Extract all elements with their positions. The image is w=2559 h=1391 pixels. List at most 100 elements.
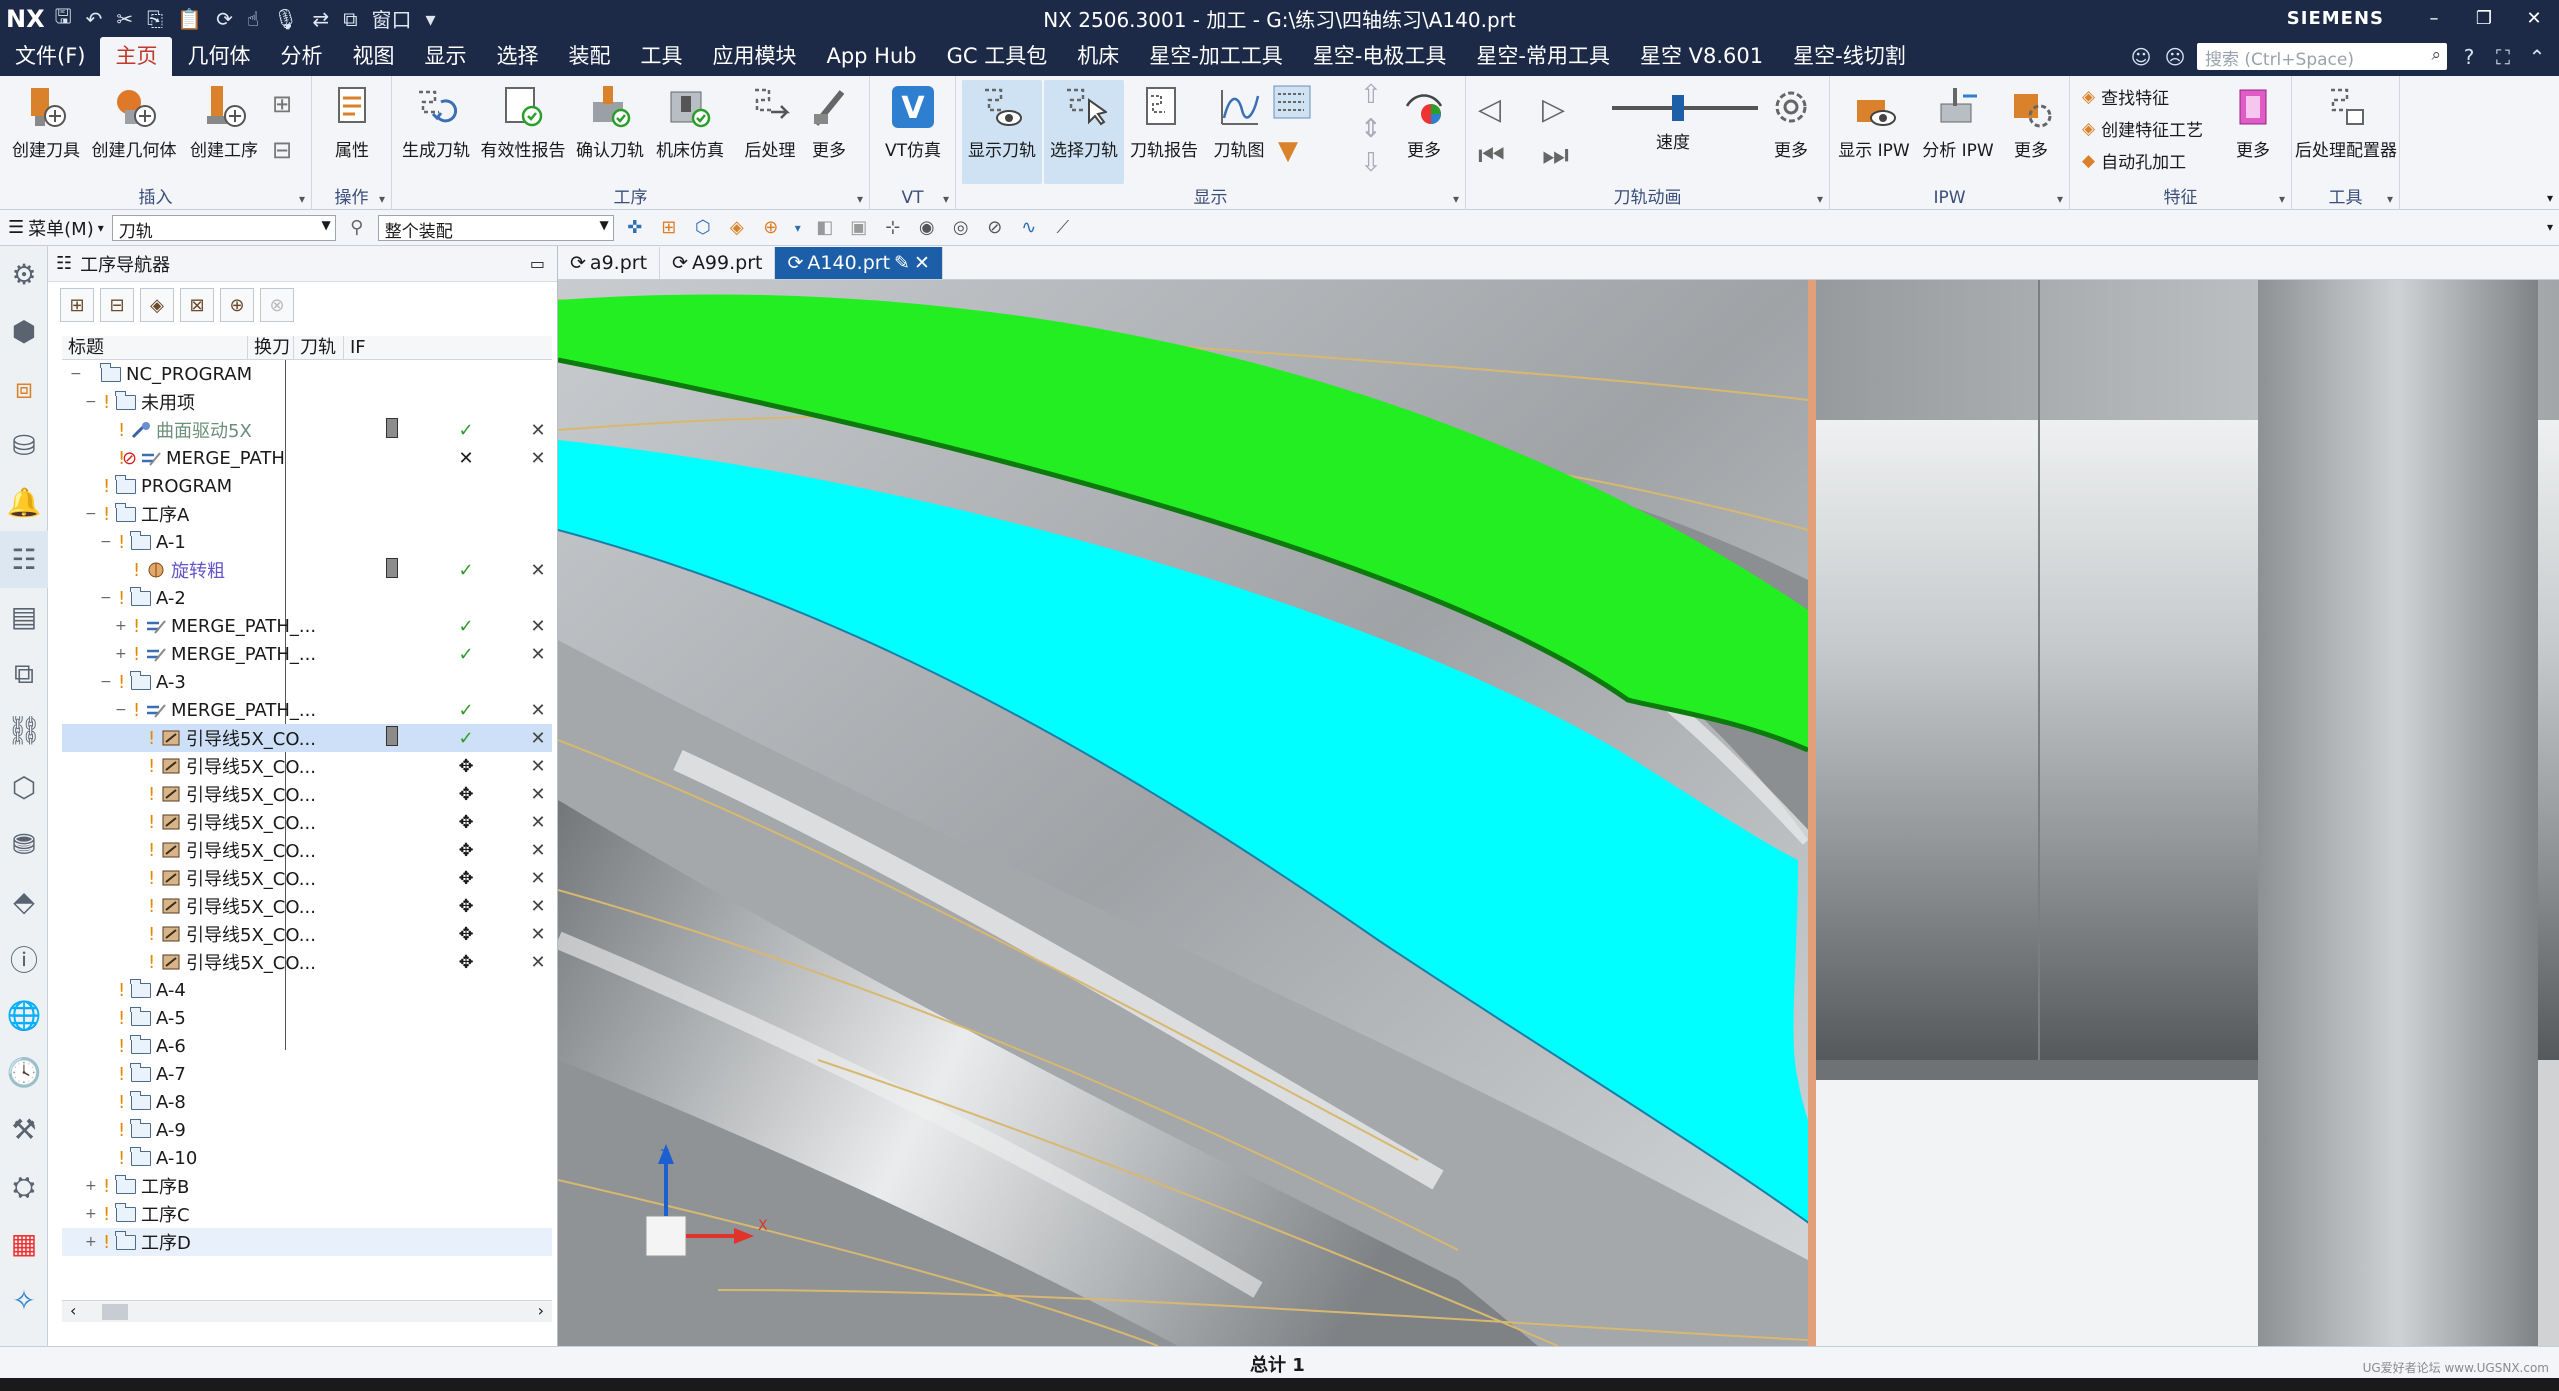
info-icon[interactable]: ⓘ [0,930,48,987]
tree-row[interactable]: ! 旋转粗 ✓ ✕ [62,556,552,584]
tree-row[interactable]: +! 工序D [62,1228,552,1256]
window-switch-icon[interactable]: ⧉ [343,7,357,31]
show-hide-icon[interactable]: ◉ [914,215,940,241]
link-icon[interactable]: ⇄ [312,7,329,31]
tree-row[interactable]: ! 引导线5X_CO... ✥ ✕ [62,752,552,780]
column-title[interactable]: 标题 [62,336,248,359]
tree-row[interactable]: ! A-5 [62,1004,552,1032]
wireframe-cube-icon[interactable]: ▣ [846,215,872,241]
minimize-icon[interactable]: – [2409,0,2459,37]
process-more-button[interactable]: 更多 [792,80,866,161]
tree-row[interactable]: ! A-4 [62,976,552,1004]
column-if[interactable]: IF [344,336,374,359]
scroll-right-icon[interactable]: › [538,1301,544,1320]
add-item-icon[interactable]: ⊕ [220,288,254,322]
tree-row[interactable]: −! A-1 [62,528,552,556]
ipw-more-button[interactable]: 更多 [1996,80,2066,161]
ribbon-options-icon[interactable]: ▾ [2547,191,2553,205]
tree-row[interactable]: +! MERGE_PATH_... ✓ ✕ [62,640,552,668]
operation-navigator-icon[interactable]: ☷ [0,531,48,588]
document-tab[interactable]: ⟳ A140.prt ✎ ✕ [775,247,943,279]
speed-slider-thumb[interactable] [1672,95,1684,121]
tree-row[interactable]: ! A-9 [62,1116,552,1144]
save-icon[interactable]: 🖫 [55,2,72,36]
select-feature-icon[interactable]: ⊞ [656,215,682,241]
collapse-icon[interactable]: − [115,702,127,718]
navigator-horizontal-scrollbar[interactable]: ‹ › [62,1300,552,1322]
expand-icon[interactable]: + [85,1178,97,1194]
toolpath-icon[interactable]: ⛓ [0,702,48,759]
animation-more-button[interactable]: 更多 [1756,80,1826,161]
history-icon[interactable]: 🕓 [0,1044,48,1101]
document-tab[interactable]: ⟳ A99.prt [660,247,776,279]
chevron-down-icon[interactable]: ▾ [2387,192,2393,206]
collapse-icon[interactable]: − [85,506,97,522]
play-icon[interactable]: ▷ [1542,92,1565,127]
chevron-down-icon[interactable]: ▾ [1453,192,1459,206]
create-geometry-button[interactable]: 创建几何体 [92,80,177,161]
role-icon[interactable]: ⬘ [0,873,48,930]
help-icon[interactable]: ? [2457,45,2481,69]
web-browser-icon[interactable]: 🌐 [0,987,48,1044]
chevron-down-icon[interactable]: ▾ [379,192,385,206]
tree-row[interactable]: −! A-2 [62,584,552,612]
tool-display-icon[interactable]: ▼ [1278,136,1298,166]
geometry-view-icon[interactable]: ◈ [140,288,174,322]
fullscreen-icon[interactable]: ⛶ [2491,45,2515,69]
invert-display-icon[interactable]: ⊘ [982,215,1008,241]
analyze-ipw-button[interactable]: 分析 IPW [1918,80,1998,161]
toolpath-report-button[interactable]: 刀轨报告 [1124,80,1204,161]
program-view-icon[interactable]: ⊞ [60,288,94,322]
menu-button[interactable]: ☰ 菜单(M) ▾ [8,215,104,241]
menu-tab[interactable]: 显示 [409,37,481,76]
tree-row[interactable]: ! 引导线5X_CO... ✥ ✕ [62,864,552,892]
move-down-icon[interactable]: ⇩ [1360,148,1382,178]
transform-icon[interactable]: ⇕ [1360,114,1382,144]
machine-tool-navigator-icon[interactable]: ▤ [0,588,48,645]
collapse-icon[interactable]: − [70,366,82,382]
generate-toolpath-button[interactable]: 生成刀轨 [396,80,476,161]
chevron-down-icon[interactable]: ▾ [425,7,435,31]
menu-tab[interactable]: 几何体 [172,37,265,76]
smile-icon[interactable]: ☺ [2129,45,2153,69]
tools-icon[interactable]: ⚒ [0,1101,48,1158]
menu-tab[interactable]: 星空-线切割 [1778,37,1921,76]
display-more-button[interactable]: 更多 [1384,80,1464,161]
menu-tab[interactable]: 星空-常用工具 [1461,37,1625,76]
search-input[interactable]: 搜索 (Ctrl+Space) ⌕ [2197,43,2447,70]
collapse-icon[interactable]: − [100,674,112,690]
validity-report-button[interactable]: 有效性报告 [478,80,568,161]
collapse-ribbon-icon[interactable]: ⌃ [2525,45,2549,69]
tree-row[interactable]: +! 工序B [62,1172,552,1200]
tree-row[interactable]: ! 引导线5X_CO... ✥ ✕ [62,892,552,920]
assembly-scope-select[interactable]: 整个装配 ▼ [377,214,614,242]
menu-tab[interactable]: 视图 [337,37,409,76]
repeat-icon[interactable]: ⟳ [216,7,233,31]
shaft-far[interactable] [2258,280,2538,1346]
document-tab[interactable]: ⟳ a9.prt [558,247,661,279]
menu-tab[interactable]: 应用模块 [697,37,811,76]
copy-icon[interactable]: ⎘ [147,7,163,31]
part-navigator-icon[interactable]: ⬢ [0,303,48,360]
column-toolpath[interactable]: 刀轨 [294,336,344,359]
select-face-icon[interactable]: ⬡ [690,215,716,241]
frown-icon[interactable]: ☹ [2163,45,2187,69]
menu-tab[interactable]: 装配 [553,37,625,76]
undo-icon[interactable]: ↶ [86,7,103,31]
window-menu[interactable]: 窗口 [371,4,411,33]
alert-icon[interactable]: 🔔 [0,474,48,531]
paste-icon[interactable]: 📋 [177,7,202,31]
curve-icon[interactable]: ∿ [1016,215,1042,241]
menu-tab[interactable]: 工具 [625,37,697,76]
chevron-down-icon[interactable]: ▾ [1817,192,1823,206]
expand-icon[interactable]: + [115,618,127,634]
tree-row[interactable]: −! 未用项 [62,388,552,416]
menu-tab[interactable]: GC 工具包 [932,37,1063,76]
menu-tab[interactable]: 分析 [265,37,337,76]
hide-icon[interactable]: ◎ [948,215,974,241]
menu-tab[interactable]: 选择 [481,37,553,76]
type-filter-select[interactable]: 刀轨 ▼ [111,214,336,242]
post-configurator-button[interactable]: 后处理配置器 [2294,80,2398,161]
settings-icon[interactable]: ⚙ [0,246,48,303]
vt-simulation-button[interactable]: V VT仿真 [873,80,953,161]
